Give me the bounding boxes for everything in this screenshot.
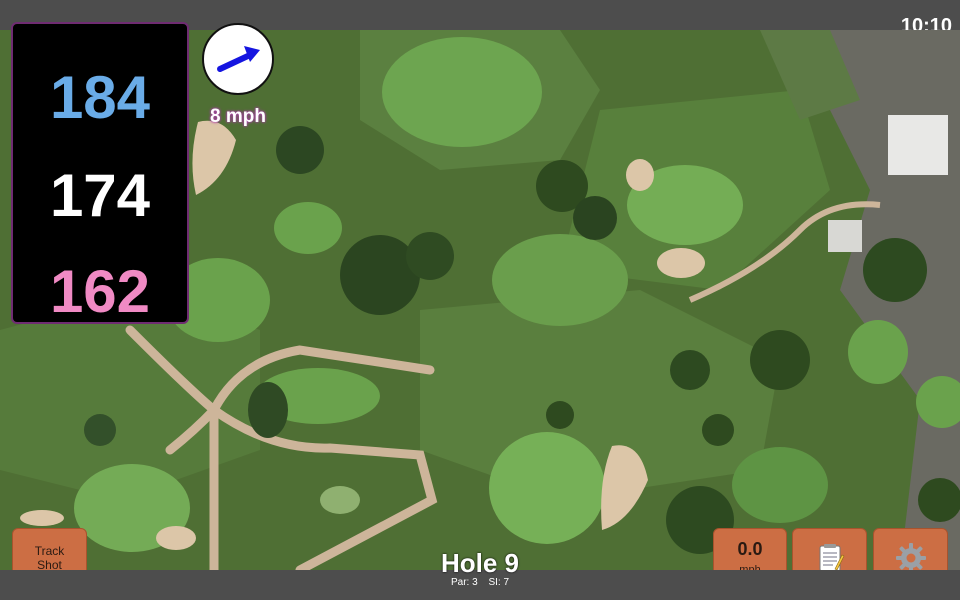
tree	[276, 126, 324, 174]
wind-indicator	[202, 23, 274, 95]
speed-value: 0.0	[737, 539, 763, 559]
distance-back: 184	[49, 64, 151, 131]
notepad-icon	[819, 544, 844, 572]
green	[489, 432, 605, 544]
distance-panel: 184 174 162	[11, 22, 189, 324]
tree	[702, 414, 734, 446]
tree	[918, 478, 960, 522]
tree	[573, 196, 617, 240]
wind-arrow-icon	[217, 46, 260, 72]
tree	[546, 401, 574, 429]
hole-par: Par: 3	[450, 577, 478, 588]
green	[274, 202, 342, 254]
green	[732, 447, 828, 523]
clubhouse	[888, 115, 948, 175]
bunker	[657, 248, 705, 278]
bunker	[20, 510, 64, 526]
tree	[750, 330, 810, 390]
hole-title: Hole 9	[440, 548, 520, 578]
bunker	[156, 526, 196, 550]
green	[848, 320, 908, 384]
wind-speed: 8 mph	[210, 106, 266, 127]
hole-info: Par: 3 SI: 7	[380, 577, 580, 589]
hole-stroke-index: SI: 7	[488, 577, 510, 588]
tree	[863, 238, 927, 302]
bunker	[626, 159, 654, 191]
distance-middle: 174	[49, 162, 151, 229]
tree	[406, 232, 454, 280]
building	[828, 220, 862, 252]
tree	[84, 414, 116, 446]
bunker	[320, 486, 360, 514]
hedge	[248, 382, 288, 438]
distance-front: 162	[49, 258, 151, 325]
green	[382, 37, 542, 147]
tree	[670, 350, 710, 390]
green	[492, 234, 628, 326]
